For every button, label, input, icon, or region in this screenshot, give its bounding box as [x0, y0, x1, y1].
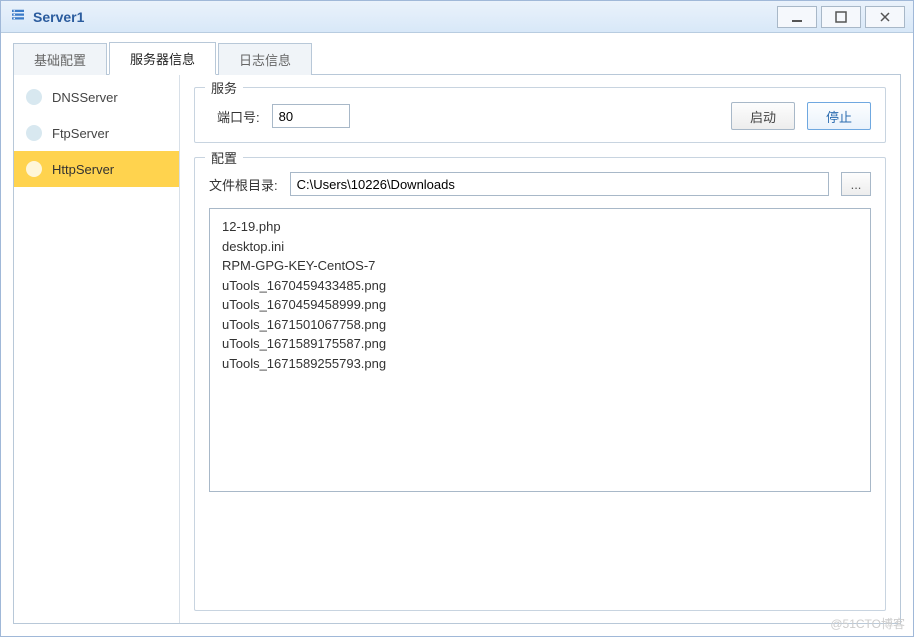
- sidebar-item-dnsserver[interactable]: DNSServer: [14, 79, 179, 115]
- minimize-button[interactable]: [777, 6, 817, 28]
- port-label: 端口号:: [217, 107, 260, 126]
- main-panel: 服务 端口号: 启动 停止 配置 文件根目录: ...: [180, 75, 900, 623]
- titlebar-left: Server1: [9, 6, 84, 27]
- client-area: 基础配置 服务器信息 日志信息 DNSServer FtpServer Http…: [1, 33, 913, 636]
- file-item[interactable]: 12-19.php: [222, 217, 858, 237]
- tabbar: 基础配置 服务器信息 日志信息: [13, 43, 901, 75]
- status-dot-icon: [26, 125, 42, 141]
- start-button[interactable]: 启动: [731, 102, 795, 130]
- file-list[interactable]: 12-19.phpdesktop.iniRPM-GPG-KEY-CentOS-7…: [209, 208, 871, 492]
- service-group: 服务 端口号: 启动 停止: [194, 87, 886, 143]
- config-group-title: 配置: [205, 148, 243, 167]
- root-dir-label: 文件根目录:: [209, 175, 278, 194]
- root-dir-input[interactable]: [290, 172, 829, 196]
- app-window: Server1 基础配置 服务器信息 日志信息 DNSServer: [0, 0, 914, 637]
- maximize-button[interactable]: [821, 6, 861, 28]
- status-dot-icon: [26, 89, 42, 105]
- window-controls: [773, 6, 905, 28]
- sidebar-item-httpserver[interactable]: HttpServer: [14, 151, 179, 187]
- file-item[interactable]: uTools_1670459458999.png: [222, 295, 858, 315]
- sidebar-item-label: DNSServer: [52, 90, 118, 105]
- config-group: 配置 文件根目录: ... 12-19.phpdesktop.iniRPM-GP…: [194, 157, 886, 611]
- tab-server-info[interactable]: 服务器信息: [109, 42, 216, 75]
- tab-body: DNSServer FtpServer HttpServer 服务 端口号:: [13, 75, 901, 624]
- file-item[interactable]: desktop.ini: [222, 237, 858, 257]
- status-dot-icon: [26, 161, 42, 177]
- tab-basic-config[interactable]: 基础配置: [13, 43, 107, 75]
- watermark: @51CTO博客: [830, 615, 905, 632]
- tab-log-info[interactable]: 日志信息: [218, 43, 312, 75]
- file-item[interactable]: uTools_1671501067758.png: [222, 315, 858, 335]
- file-item[interactable]: RPM-GPG-KEY-CentOS-7: [222, 256, 858, 276]
- service-row: 端口号: 启动 停止: [209, 102, 871, 130]
- service-group-title: 服务: [205, 78, 243, 97]
- close-button[interactable]: [865, 6, 905, 28]
- sidebar-item-ftpserver[interactable]: FtpServer: [14, 115, 179, 151]
- server-sidebar: DNSServer FtpServer HttpServer: [14, 75, 180, 623]
- file-item[interactable]: uTools_1671589175587.png: [222, 334, 858, 354]
- sidebar-item-label: FtpServer: [52, 126, 109, 141]
- root-dir-row: 文件根目录: ...: [209, 172, 871, 196]
- browse-button[interactable]: ...: [841, 172, 871, 196]
- titlebar: Server1: [1, 1, 913, 33]
- app-icon: [9, 6, 27, 27]
- port-input[interactable]: [272, 104, 350, 128]
- sidebar-item-label: HttpServer: [52, 162, 114, 177]
- window-title: Server1: [33, 9, 84, 25]
- stop-button[interactable]: 停止: [807, 102, 871, 130]
- file-item[interactable]: uTools_1671589255793.png: [222, 354, 858, 374]
- file-item[interactable]: uTools_1670459433485.png: [222, 276, 858, 296]
